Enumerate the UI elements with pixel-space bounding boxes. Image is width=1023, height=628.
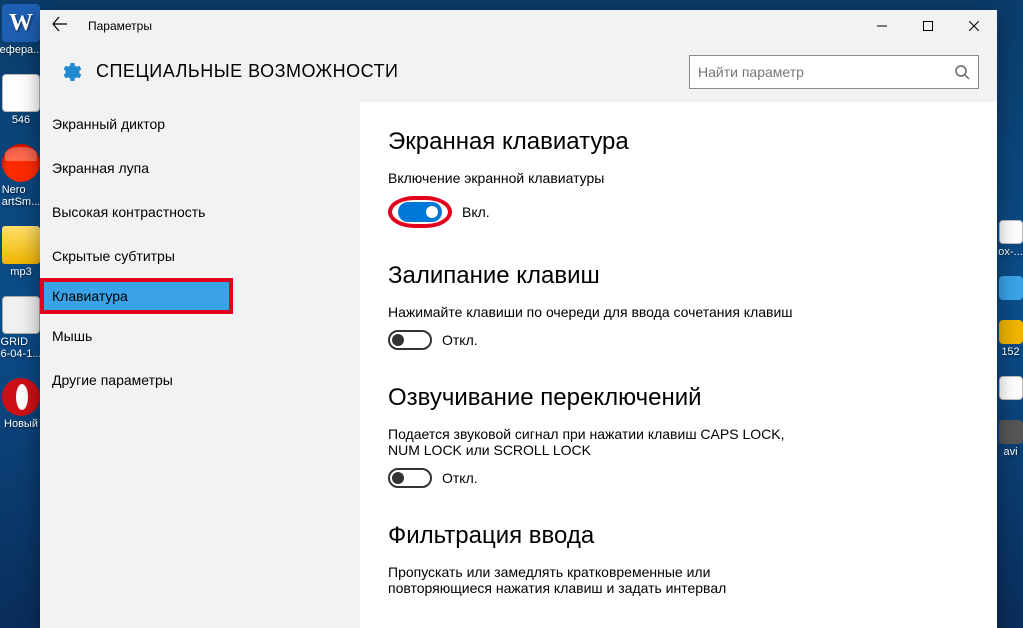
section-toggle-keys-title: Озвучивание переключений <box>388 384 969 412</box>
gear-icon <box>58 60 82 84</box>
search-input[interactable]: Найти параметр <box>689 55 979 89</box>
back-button[interactable] <box>40 16 80 37</box>
sidebar-item-mouse[interactable]: Мышь <box>40 314 360 358</box>
sidebar-item-narrator[interactable]: Экранный диктор <box>40 102 360 146</box>
section-onscreen-keyboard-title: Экранная клавиатура <box>388 128 969 156</box>
desktop-icon-right-4[interactable] <box>998 376 1023 402</box>
desktop-icon-document[interactable]: 546 <box>0 74 42 126</box>
sidebar-item-other[interactable]: Другие параметры <box>40 358 360 402</box>
maximize-button[interactable] <box>905 10 951 42</box>
toggle-sticky-keys-state: Откл. <box>442 332 478 348</box>
desktop-icon-right-1[interactable]: ox-... <box>998 220 1023 258</box>
minimize-button[interactable] <box>859 10 905 42</box>
desktop-icon-word[interactable]: ефера... <box>0 4 42 56</box>
minimize-icon <box>877 21 887 31</box>
annotation-highlight-circle <box>388 196 452 228</box>
sidebar-item-keyboard[interactable]: Клавиатура <box>40 278 233 314</box>
titlebar: Параметры <box>40 10 997 42</box>
desktop-icons-right: ox-... 152 avi <box>998 220 1023 458</box>
toggle-keys-caption: Подается звуковой сигнал при нажатии кла… <box>388 426 818 458</box>
desktop-icons-left: ефера... 546 Nero artSm... mp3 GRID 6-04… <box>0 4 42 430</box>
onscreen-keyboard-caption: Включение экранной клавиатуры <box>388 170 969 186</box>
toggle-onscreen-keyboard-state: Вкл. <box>462 204 490 220</box>
toggle-toggle-keys-state: Откл. <box>442 470 478 486</box>
toggle-toggle-keys[interactable] <box>388 468 432 488</box>
sidebar: Экранный диктор Экранная лупа Высокая ко… <box>40 102 360 628</box>
sticky-keys-caption: Нажимайте клавиши по очереди для ввода с… <box>388 304 969 320</box>
settings-window: Параметры СПЕЦИАЛЬНЫЕ ВОЗМОЖНОСТИ Найти … <box>40 10 997 628</box>
section-filter-keys-title: Фильтрация ввода <box>388 522 969 550</box>
back-icon <box>52 16 68 32</box>
window-title: Параметры <box>88 19 152 33</box>
sidebar-item-magnifier[interactable]: Экранная лупа <box>40 146 360 190</box>
section-sticky-keys-title: Залипание клавиш <box>388 262 969 290</box>
header-title: СПЕЦИАЛЬНЫЕ ВОЗМОЖНОСТИ <box>96 61 399 82</box>
search-placeholder: Найти параметр <box>698 64 804 80</box>
desktop-icon-nero[interactable]: Nero artSm... <box>0 144 42 208</box>
desktop-icon-right-3[interactable]: 152 <box>998 320 1023 358</box>
sidebar-item-closed-captions[interactable]: Скрытые субтитры <box>40 234 360 278</box>
toggle-onscreen-keyboard[interactable] <box>398 202 442 222</box>
filter-keys-caption: Пропускать или замедлять кратковременные… <box>388 564 818 596</box>
toggle-sticky-keys[interactable] <box>388 330 432 350</box>
desktop-icon-grid[interactable]: GRID 6-04-1... <box>0 296 42 360</box>
close-button[interactable] <box>951 10 997 42</box>
desktop-icon-opera[interactable]: Новый <box>0 378 42 430</box>
settings-header: СПЕЦИАЛЬНЫЕ ВОЗМОЖНОСТИ Найти параметр <box>40 42 997 102</box>
close-icon <box>969 21 979 31</box>
maximize-icon <box>923 21 933 31</box>
search-icon <box>954 64 970 80</box>
sidebar-item-high-contrast[interactable]: Высокая контрастность <box>40 190 360 234</box>
desktop-icon-right-5[interactable]: avi <box>998 420 1023 458</box>
desktop-icon-right-2[interactable] <box>998 276 1023 302</box>
desktop-icon-folder-mp3[interactable]: mp3 <box>0 226 42 278</box>
content-pane: Экранная клавиатура Включение экранной к… <box>360 102 997 628</box>
